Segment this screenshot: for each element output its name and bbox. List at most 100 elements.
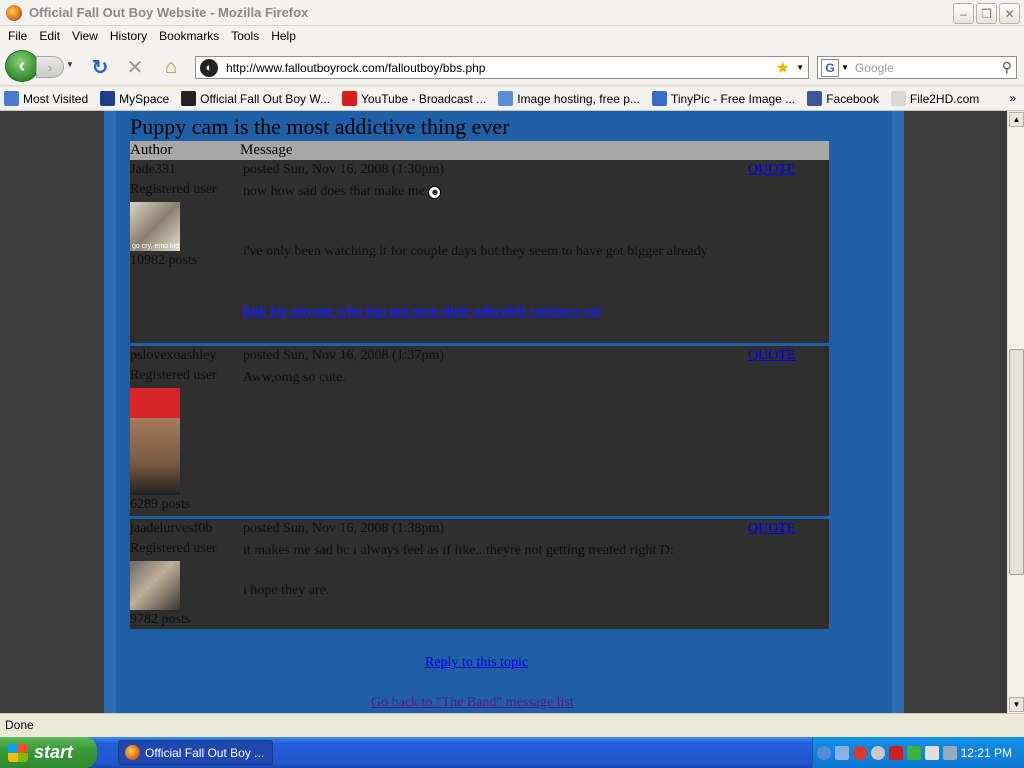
avatar-caption: go cry, emo kid — [132, 243, 179, 250]
status-text: Done — [5, 717, 34, 732]
menu-file[interactable]: File — [2, 29, 33, 43]
bookmark-item[interactable]: MySpace — [100, 91, 169, 106]
quote-link[interactable]: QUOTE — [748, 521, 795, 537]
back-to-list-link[interactable]: Go back to "The Band" message list — [371, 695, 574, 711]
url-bar[interactable]: ◐ http://www.falloutboyrock.com/falloutb… — [195, 56, 809, 79]
taskbar-item-firefox[interactable]: Official Fall Out Boy ... — [118, 740, 273, 765]
post-text: Aww,omg so cute. — [243, 370, 346, 385]
page-content: Puppy cam is the most addictive thing ev… — [0, 111, 1007, 713]
forum-post: pslovexoashley Registered user 6289 post… — [130, 346, 829, 516]
status-bar: Done — [0, 713, 1024, 735]
table-header: Author Message — [130, 141, 829, 160]
taskbar: start Official Fall Out Boy ... 12:21 PM — [0, 737, 1024, 768]
bookmark-item[interactable]: Facebook — [807, 91, 879, 106]
quote-link[interactable]: QUOTE — [748, 348, 795, 364]
bookmark-label: Facebook — [826, 91, 879, 106]
search-icon[interactable]: ⚲ — [1002, 59, 1012, 76]
bookmark-star-icon[interactable]: ★ — [776, 58, 790, 78]
menu-bookmarks[interactable]: Bookmarks — [153, 29, 225, 43]
google-engine-icon[interactable]: G — [821, 58, 839, 77]
bookmark-favicon-icon — [498, 91, 514, 106]
signal-icon[interactable] — [907, 745, 921, 760]
scroll-down-icon[interactable]: ▼ — [1009, 697, 1024, 712]
restore-button[interactable]: ❐ — [976, 3, 997, 24]
aim-icon[interactable] — [853, 745, 867, 760]
avatar: go cry, emo kid — [130, 202, 180, 251]
forum-post: Jade331 Registered user go cry, emo kid … — [130, 160, 829, 343]
menu-edit[interactable]: Edit — [33, 29, 66, 43]
search-placeholder[interactable]: Google — [855, 61, 894, 75]
url-dropdown-icon[interactable]: ▼ — [796, 63, 804, 72]
search-box[interactable]: G ▼ Google ⚲ — [817, 56, 1017, 79]
bookmark-favicon-icon — [100, 91, 116, 106]
post-role: Registered user — [130, 541, 217, 556]
header-message: Message — [240, 142, 293, 158]
history-dropdown-icon[interactable]: ▼ — [66, 60, 74, 69]
start-button[interactable]: start — [0, 737, 97, 768]
navigation-toolbar: ‹ › ▼ ↻ ✕ ⌂ ◐ http://www.falloutboyrock.… — [0, 46, 1024, 86]
quote-link[interactable]: QUOTE — [748, 162, 795, 178]
bookmark-favicon-icon — [890, 91, 906, 106]
site-favicon-icon: ◐ — [200, 58, 218, 77]
post-text: now how sad does that make me ☻ — [243, 184, 442, 200]
menu-bar: File Edit View History Bookmarks Tools H… — [0, 26, 1024, 46]
bookmark-item[interactable]: File2HD.com — [890, 91, 980, 106]
menu-view[interactable]: View — [66, 29, 104, 43]
forward-button[interactable]: › — [36, 56, 64, 78]
post-link[interactable]: link for anyone who has not seen their a… — [243, 304, 601, 320]
bookmark-item[interactable]: Most Visited — [4, 91, 88, 106]
bookmark-label: TinyPic - Free Image ... — [670, 91, 796, 106]
post-role: Registered user — [130, 368, 217, 383]
firefox-icon — [125, 745, 140, 760]
close-button[interactable]: ✕ — [999, 3, 1020, 24]
post-meta: posted Sun, Nov 16, 2008 (1:37pm) — [243, 348, 445, 363]
post-author: jaadelurvesf0b — [130, 521, 213, 536]
bookmark-label: Image hosting, free p... — [517, 91, 640, 106]
avatar — [130, 561, 180, 610]
window-title: Official Fall Out Boy Website - Mozilla … — [29, 5, 309, 20]
menu-history[interactable]: History — [104, 29, 153, 43]
engine-dropdown-icon[interactable]: ▼ — [841, 63, 849, 72]
bookmark-item[interactable]: YouTube - Broadcast ... — [342, 91, 486, 106]
post-text: it makes me sad bc i always feel as if l… — [243, 543, 674, 558]
reply-link[interactable]: Reply to this topic — [425, 655, 528, 671]
messenger-icon[interactable] — [871, 745, 885, 760]
post-meta: posted Sun, Nov 16, 2008 (1:30pm) — [243, 162, 445, 177]
scroll-up-icon[interactable]: ▲ — [1009, 112, 1024, 127]
minimize-button[interactable]: – — [953, 3, 974, 24]
post-count: 9782 posts — [130, 612, 191, 627]
menu-help[interactable]: Help — [265, 29, 302, 43]
bookmark-label: Official Fall Out Boy W... — [200, 91, 330, 106]
bookmark-favicon-icon — [342, 91, 357, 106]
window-controls: – ❐ ✕ — [953, 3, 1020, 24]
system-tray: 12:21 PM — [812, 737, 1024, 768]
bookmark-item[interactable]: Image hosting, free p... — [498, 91, 640, 106]
clock: 12:21 PM — [960, 745, 1012, 760]
header-author: Author — [130, 142, 173, 158]
tray-expand-icon[interactable] — [817, 745, 831, 760]
network-icon[interactable] — [835, 745, 849, 760]
safely-remove-icon[interactable] — [925, 745, 939, 760]
bookmarks-toolbar: Most Visited MySpace Official Fall Out Boy… — [0, 87, 1024, 111]
scroll-thumb[interactable] — [1009, 349, 1024, 575]
start-label: start — [34, 742, 74, 762]
back-button[interactable]: ‹ — [5, 50, 39, 82]
reload-icon[interactable]: ↻ — [89, 56, 111, 79]
bookmark-label: File2HD.com — [909, 91, 980, 106]
stop-icon[interactable]: ✕ — [124, 56, 146, 79]
volume-icon[interactable] — [943, 745, 957, 760]
url-text[interactable]: http://www.falloutboyrock.com/falloutboy… — [226, 61, 485, 75]
bookmark-favicon-icon — [651, 91, 667, 106]
avatar — [130, 388, 180, 495]
taskbar-item-label: Official Fall Out Boy ... — [145, 745, 265, 760]
bookmark-item[interactable]: Official Fall Out Boy W... — [181, 91, 330, 106]
topic-title: Puppy cam is the most addictive thing ev… — [130, 114, 510, 139]
laughing-smiley-icon: ☻ — [428, 186, 442, 199]
title-bar: Official Fall Out Boy Website - Mozilla … — [0, 0, 1024, 26]
bookmarks-more-icon[interactable]: » — [1009, 91, 1016, 105]
antivirus-icon[interactable] — [889, 745, 903, 760]
home-icon[interactable]: ⌂ — [160, 56, 182, 78]
bookmark-item[interactable]: TinyPic - Free Image ... — [651, 91, 796, 106]
menu-tools[interactable]: Tools — [225, 29, 265, 43]
vertical-scrollbar[interactable]: ▲ ▼ — [1007, 111, 1024, 713]
